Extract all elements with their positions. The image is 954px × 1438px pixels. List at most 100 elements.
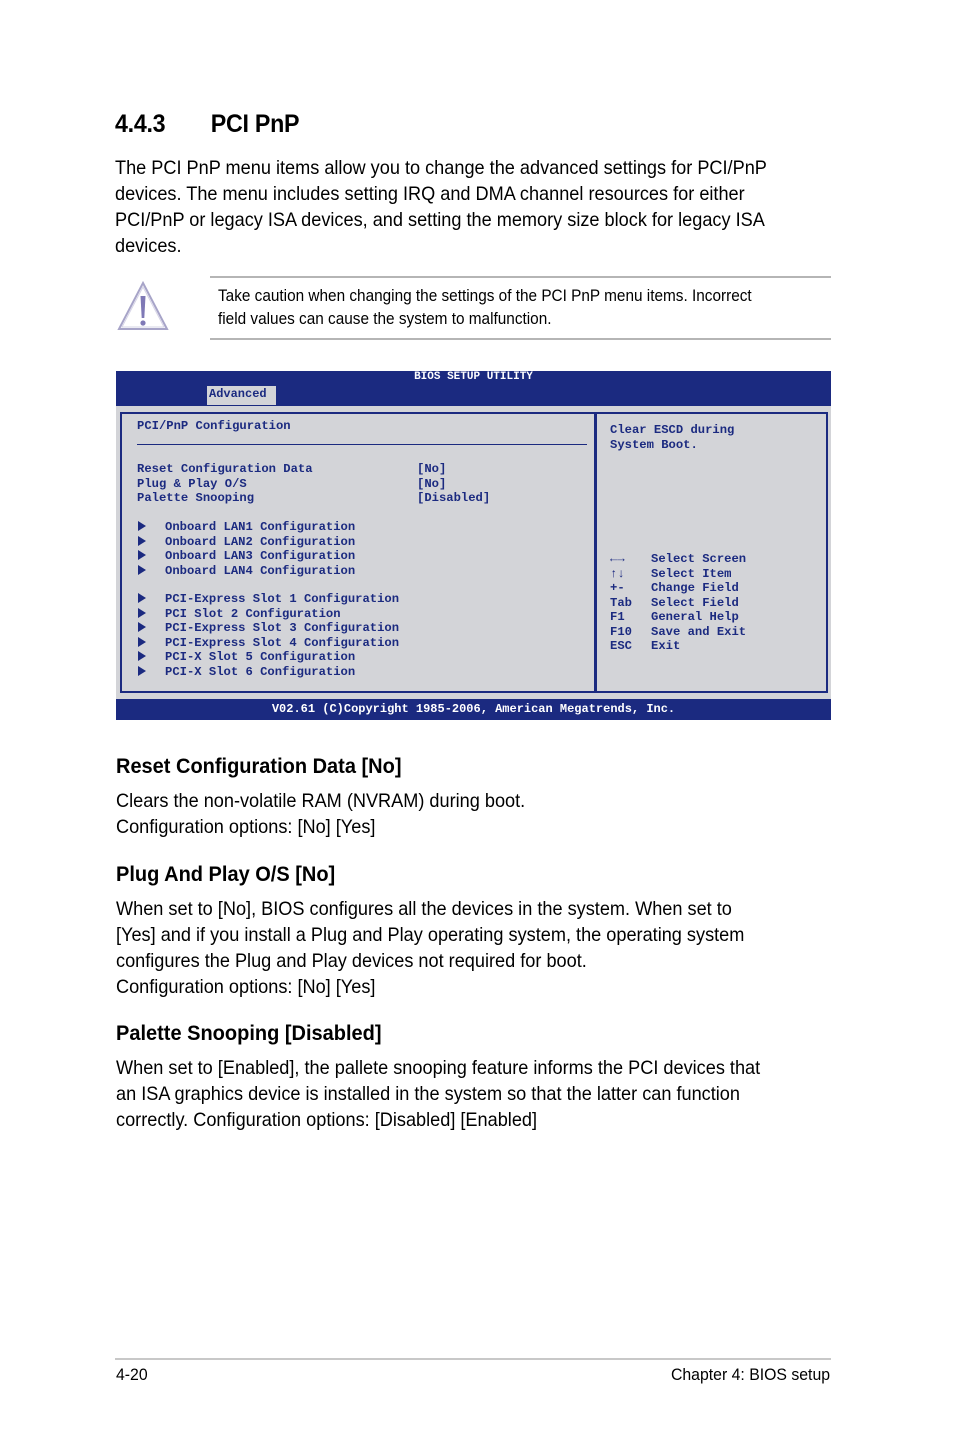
description-line: When set to [Enabled], the pallete snoop… [116,1057,761,1079]
caution-top-rule [210,276,831,278]
submenu-arrow-icon [138,550,146,560]
description-line: correctly. Configuration options: [Disab… [116,1109,538,1131]
key-action: Change Field [651,581,739,595]
bios-screen: BIOS SETUP UTILITY Advanced PCI/PnP Conf… [116,371,831,720]
submenu-label: PCI-Express Slot 3 Configuration [165,621,400,635]
submenu-label: PCI Slot 2 Configuration [165,606,341,621]
intro-line: devices. [115,235,182,257]
page-number: 4-20 [116,1365,148,1384]
setting-reset-configuration-data[interactable]: Reset Configuration Data [No] [137,462,490,477]
key-label: +- [610,581,625,595]
intro-line: The PCI PnP menu items allow you to chan… [115,157,767,179]
setting-label: Plug & Play O/S [137,476,247,491]
settings-panel: PCI/PnP Configuration Reset Configuratio… [120,412,596,693]
submenu-arrow-icon [138,607,146,618]
chapter-label: Chapter 4: BIOS setup [670,1365,830,1384]
submenu-label: Onboard LAN1 Configuration [165,520,356,534]
description-line: an ISA graphics device is installed in t… [116,1083,740,1105]
key-label: ESC [610,639,632,653]
bios-title: BIOS SETUP UTILITY [414,371,533,383]
submenu-pcie-slot-4[interactable]: PCI-Express Slot 4 Configuration [138,636,399,651]
key-legend-row: Tab Select Field [610,596,746,611]
key-action: Select Screen [651,552,747,566]
submenu-arrow-icon [138,651,146,661]
key-action: Select Field [651,595,739,610]
key-label: ↑↓ [610,566,625,581]
setting-palette-snooping[interactable]: Palette Snooping [Disabled] [137,491,490,506]
option-description-palette-snooping: When set to [Enabled], the pallete snoop… [116,1055,760,1133]
submenu-onboard-lan3[interactable]: Onboard LAN3 Configuration [138,549,355,564]
submenu-pcix-slot-5[interactable]: PCI-X Slot 5 Configuration [138,650,399,665]
key-legend-row: +- Change Field [610,581,746,596]
section-name: PCI PnP [210,110,300,138]
key-legend-row: F1 General Help [610,610,746,625]
setting-value: [No] [417,462,447,476]
help-panel: Clear ESCD during System Boot. ←→ Select … [596,412,828,693]
setting-label: Palette Snooping [137,491,255,505]
key-legend-row: ESC Exit [610,639,746,654]
intro-paragraph: The PCI PnP menu items allow you to chan… [115,155,767,259]
submenu-arrow-icon [138,665,146,676]
key-legend-row: F10 Save and Exit [610,625,746,640]
submenu-label: Onboard LAN3 Configuration [165,549,356,563]
description-line: Configuration options: [No] [Yes] [116,976,376,998]
key-label: ←→ [610,552,625,566]
description-line: configures the Plug and Play devices not… [116,950,587,972]
bios-copyright: V02.61 (C)Copyright 1985-2006, American … [271,702,676,716]
description-line: Configuration options: [No] [Yes] [116,816,376,838]
description-line: When set to [No], BIOS configures all th… [116,898,732,920]
submenu-label: Onboard LAN4 Configuration [165,563,356,578]
submenu-onboard-lan1[interactable]: Onboard LAN1 Configuration [138,520,355,535]
option-description-reset-configuration-data: Clears the non-volatile RAM (NVRAM) duri… [116,788,525,840]
key-action: Exit [651,639,681,653]
bios-body: PCI/PnP Configuration Reset Configuratio… [116,406,831,699]
help-line: Clear ESCD during [610,423,735,437]
intro-line: PCI/PnP or legacy ISA devices, and setti… [115,209,765,231]
submenu-arrow-icon [138,535,146,546]
submenu-pci-slot-2[interactable]: PCI Slot 2 Configuration [138,607,399,622]
submenu-onboard-lan4[interactable]: Onboard LAN4 Configuration [138,564,355,579]
submenu-pcie-slot-3[interactable]: PCI-Express Slot 3 Configuration [138,621,399,636]
description-line: Clears the non-volatile RAM (NVRAM) duri… [116,790,526,812]
key-label: F10 [610,624,632,639]
key-legend: ←→ Select Screen ↑↓ Select Item +- Change F… [610,552,746,654]
submenu-arrow-icon [138,564,146,575]
submenu-arrow-icon [138,593,146,603]
tab-advanced[interactable]: Advanced [207,386,276,405]
submenu-arrow-icon [138,622,146,632]
intro-line: devices. The menu includes setting IRQ a… [115,183,745,205]
setting-label: Reset Configuration Data [137,462,313,476]
option-description-plug-and-play-os: When set to [No], BIOS configures all th… [116,896,744,1000]
caution-bottom-rule [210,338,831,340]
key-label: F1 [610,610,625,624]
submenu-label: PCI-Express Slot 4 Configuration [165,635,400,650]
option-heading-reset-configuration-data: Reset Configuration Data [No] [116,754,402,778]
settings-list: Reset Configuration Data [No] Plug & Play… [137,462,490,506]
submenu-onboard-lan2[interactable]: Onboard LAN2 Configuration [138,535,355,550]
submenu-pcix-slot-6[interactable]: PCI-X Slot 6 Configuration [138,665,399,680]
option-heading-palette-snooping: Palette Snooping [Disabled] [116,1021,382,1045]
submenu-label: PCI-X Slot 5 Configuration [165,650,356,664]
submenu-label: Onboard LAN2 Configuration [165,534,356,549]
option-heading-plug-and-play-os: Plug And Play O/S [No] [116,862,336,886]
caution-text: Take caution when changing the settings … [218,285,752,331]
section-title: 4.4.3 PCI PnP [115,110,300,139]
help-text: Clear ESCD during System Boot. [610,423,734,452]
submenu-label: PCI-Express Slot 1 Configuration [165,592,400,606]
key-action: Select Item [651,566,732,581]
key-action: Save and Exit [651,624,747,639]
panel-divider [137,444,587,445]
slot-submenu-list: PCI-Express Slot 1 Configuration PCI Slo… [138,592,399,679]
key-label: Tab [610,595,632,610]
key-legend-row: ↑↓ Select Item [610,567,746,582]
submenu-pcie-slot-1[interactable]: PCI-Express Slot 1 Configuration [138,592,399,607]
caution-line: field values can cause the system to mal… [218,310,552,328]
help-line: System Boot. [610,437,698,452]
warning-triangle-icon [116,280,170,332]
setting-value: [Disabled] [417,491,491,505]
footer-rule [115,1358,831,1360]
key-action: General Help [651,610,739,624]
submenu-arrow-icon [138,521,146,531]
setting-plug-and-play-os[interactable]: Plug & Play O/S [No] [137,477,490,492]
lan-submenu-list: Onboard LAN1 Configuration Onboard LAN2 … [138,520,355,578]
